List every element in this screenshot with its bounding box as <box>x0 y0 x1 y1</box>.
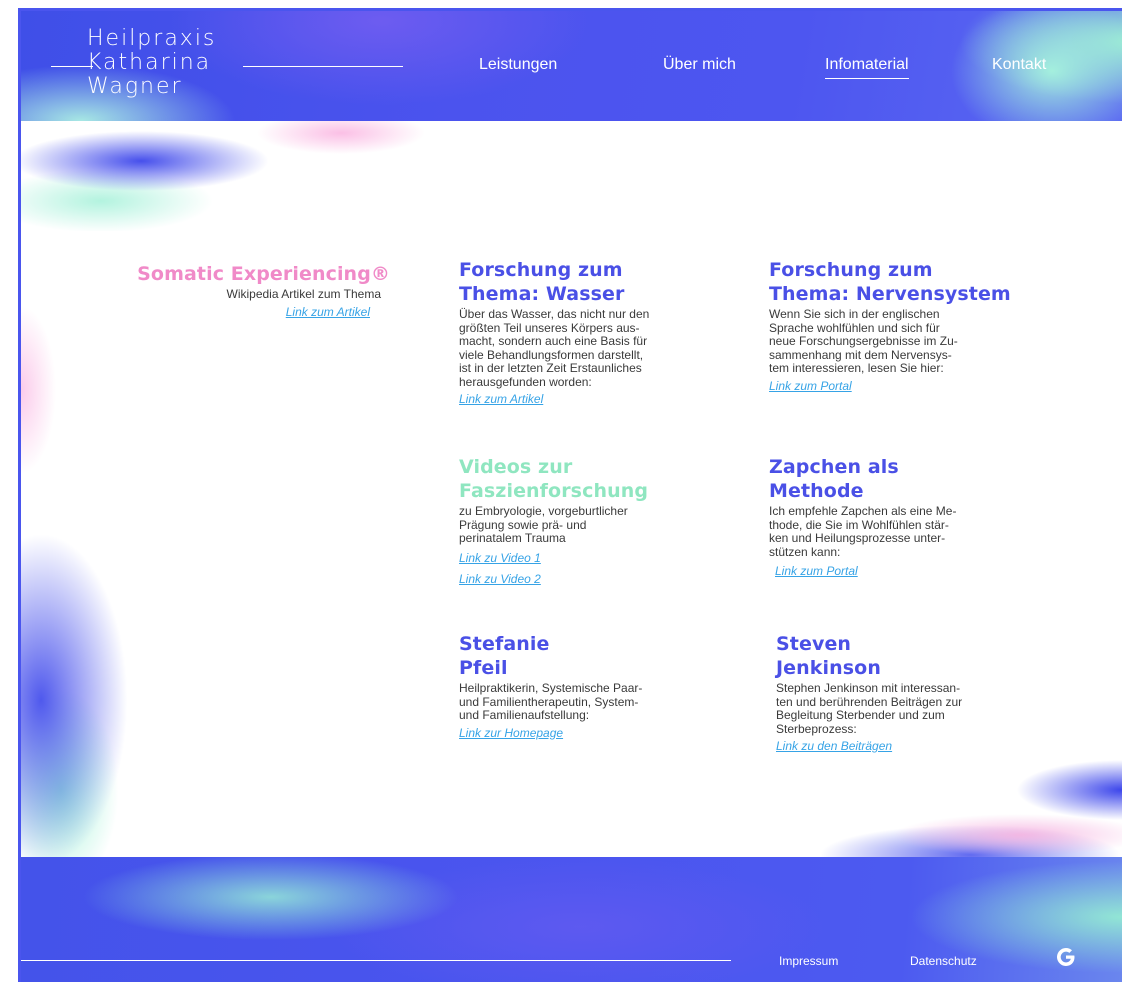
pfeil-link[interactable]: Link zur Homepage <box>459 726 699 740</box>
nervensystem-section: Forschung zum Thema: Nervensystem Wenn S… <box>769 258 1029 393</box>
faszien-video1-link[interactable]: Link zu Video 1 <box>459 551 699 565</box>
pfeil-title: Stefanie Pfeil <box>459 633 550 679</box>
nervensystem-link[interactable]: Link zum Portal <box>769 379 1029 393</box>
somatic-title: Somatic Experiencing® <box>137 263 390 285</box>
somatic-section: Somatic Experiencing® Wikipedia Artikel … <box>130 262 390 319</box>
page: Heilpraxis Katharina Wagner Leistungen Ü… <box>0 0 1122 982</box>
nav-item-ueber-mich[interactable]: Über mich <box>663 56 736 74</box>
footer-rule <box>21 960 731 961</box>
faszien-text: zu Embryologie, vorgeburtlicher Prägung … <box>459 504 628 545</box>
zapchen-title: Zapchen als Methode <box>769 456 899 502</box>
jenkinson-text: Stephen Jenkinson mit interessan- ten un… <box>776 681 963 736</box>
pfeil-text: Heilpraktikerin, Systemische Paar- und F… <box>459 681 643 722</box>
decorative-swirl-left <box>21 230 171 860</box>
zapchen-text: Ich empfehle Zapchen als eine Me- thode,… <box>769 504 957 559</box>
faszien-title: Videos zur Faszienforschung <box>459 456 649 502</box>
header: Heilpraxis Katharina Wagner Leistungen Ü… <box>21 11 1122 121</box>
left-border <box>18 8 21 982</box>
zapchen-section: Zapchen als Methode Ich empfehle Zapchen… <box>769 455 1009 578</box>
wasser-title: Forschung zum Thema: Wasser <box>459 259 625 305</box>
footer: Impressum Datenschutz <box>21 857 1122 982</box>
nav-item-infomaterial[interactable]: Infomaterial <box>825 56 909 79</box>
decorative-swirl-top <box>21 121 441 231</box>
nav-item-leistungen[interactable]: Leistungen <box>479 56 557 74</box>
decorative-swirl-bottom <box>720 750 1122 860</box>
somatic-link[interactable]: Link zum Artikel <box>130 305 370 319</box>
top-border <box>18 8 1122 11</box>
jenkinson-title: Steven Jenkinson <box>776 633 881 679</box>
google-icon[interactable] <box>1054 945 1078 969</box>
nervensystem-text: Wenn Sie sich in der englischen Sprache … <box>769 307 958 375</box>
brand-line-1: Heilpraxis <box>87 26 217 51</box>
faszien-section: Videos zur Faszienforschung zu Embryolog… <box>459 455 699 586</box>
zapchen-link[interactable]: Link zum Portal <box>775 564 1009 578</box>
wasser-link[interactable]: Link zum Artikel <box>459 392 699 406</box>
wasser-text: Über das Wasser, das nicht nur den größt… <box>459 307 650 389</box>
impressum-link[interactable]: Impressum <box>779 954 838 968</box>
main-nav: Leistungen Über mich Infomaterial Kontak… <box>21 56 1122 86</box>
faszien-video2-link[interactable]: Link zu Video 2 <box>459 572 699 586</box>
nav-item-kontakt[interactable]: Kontakt <box>992 56 1046 74</box>
pfeil-section: Stefanie Pfeil Heilpraktikerin, Systemis… <box>459 632 699 740</box>
wasser-section: Forschung zum Thema: Wasser Über das Was… <box>459 258 699 406</box>
somatic-text: Wikipedia Artikel zum Thema <box>226 287 382 301</box>
nervensystem-title: Forschung zum Thema: Nervensystem <box>769 259 1011 305</box>
jenkinson-link[interactable]: Link zu den Beiträgen <box>776 739 1016 753</box>
datenschutz-link[interactable]: Datenschutz <box>910 954 977 968</box>
jenkinson-section: Steven Jenkinson Stephen Jenkinson mit i… <box>776 632 1016 753</box>
